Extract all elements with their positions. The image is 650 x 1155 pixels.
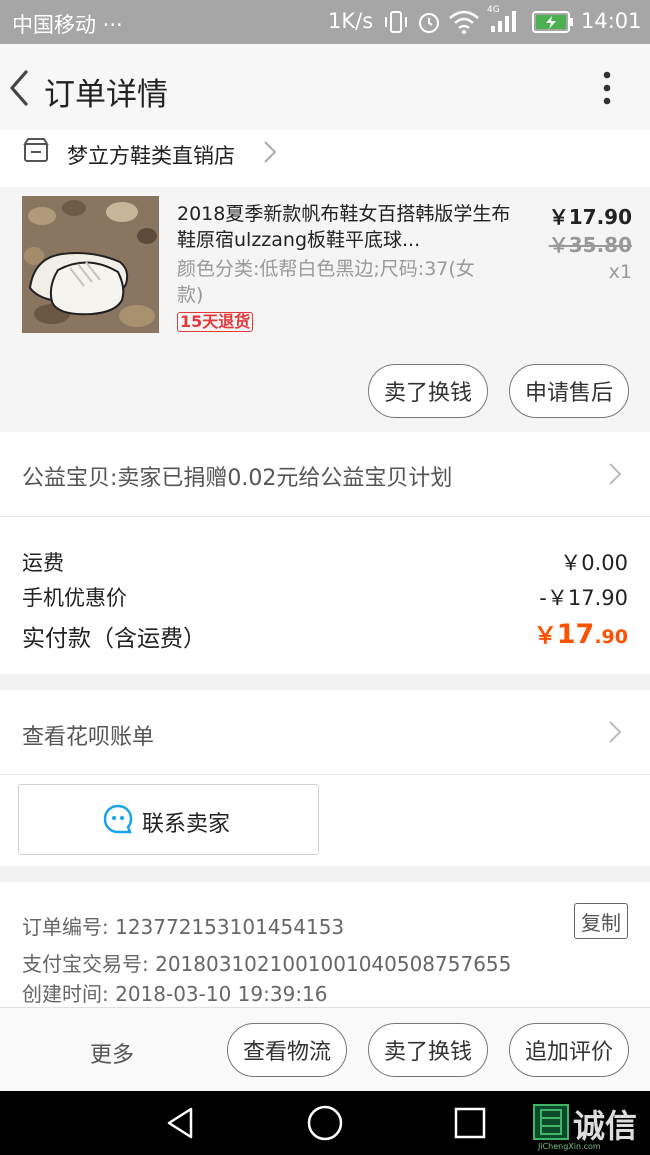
shop-row[interactable]: 梦立方鞋类直销店 [0, 130, 650, 187]
chat-bubble-icon [103, 804, 133, 834]
paid-integer: 17 [556, 619, 595, 650]
huabei-row[interactable]: 查看花呗账单 [0, 690, 650, 775]
contact-seller-label: 联系卖家 [142, 812, 231, 837]
chevron-right-icon [264, 141, 277, 163]
order-number: 订单编号: 123772153101454153 [22, 915, 345, 939]
watermark-text: 诚信 [573, 1107, 638, 1145]
sell-for-cash-button[interactable]: 卖了换钱 [368, 1023, 488, 1077]
shop-icon [23, 138, 49, 162]
sell-for-cash-button[interactable]: 卖了换钱 [368, 364, 488, 418]
more-menu-icon[interactable] [597, 70, 617, 106]
discount-label: 手机优惠价 [22, 586, 127, 610]
product-price: ￥17.90 [548, 205, 632, 229]
page-title: 订单详情 [44, 77, 168, 113]
paid-amount: ￥17.90 [534, 616, 628, 650]
charity-row[interactable]: 公益宝贝:卖家已捐赠0.02元给公益宝贝计划 [0, 432, 650, 517]
discount-value: -￥17.90 [539, 586, 628, 610]
product-thumbnail[interactable] [22, 196, 159, 333]
view-logistics-button[interactable]: 查看物流 [227, 1023, 347, 1077]
watermark-logo-icon [533, 1104, 569, 1140]
charity-text: 公益宝贝:卖家已捐赠0.02元给公益宝贝计划 [22, 466, 453, 491]
wifi-icon [449, 10, 479, 34]
battery-icon [532, 11, 573, 33]
status-bar: 中国移动 ··· 1K/s 4G 14:01 [0, 0, 650, 44]
clock: 14:01 [581, 9, 642, 33]
alarm-icon [419, 13, 439, 33]
header-bar: 订单详情 [0, 44, 650, 130]
shipping-value: ￥0.00 [560, 551, 628, 575]
back-arrow-icon[interactable] [6, 68, 34, 108]
shipping-label: 运费 [22, 551, 64, 575]
net-speed: 1K/s [328, 9, 374, 33]
watermark-subtext: JiChengXin.com [538, 1142, 601, 1151]
bottom-action-bar: 更多 查看物流 卖了换钱 追加评价 [0, 1007, 650, 1092]
paid-decimal: .90 [594, 626, 628, 648]
more-button[interactable]: 更多 [90, 1037, 134, 1069]
order-info: 订单编号: 123772153101454153 复制 支付宝交易号: 2018… [0, 882, 650, 1008]
add-review-button[interactable]: 追加评价 [509, 1023, 629, 1077]
shop-name: 梦立方鞋类直销店 [67, 144, 235, 168]
back-triangle-icon[interactable] [163, 1105, 197, 1141]
return-policy-badge: 15天退货 [177, 312, 254, 332]
product-quantity: x1 [608, 261, 632, 283]
vibrate-icon [385, 11, 407, 33]
home-circle-icon[interactable] [306, 1104, 344, 1142]
recents-square-icon[interactable] [453, 1106, 487, 1140]
apply-after-sale-button[interactable]: 申请售后 [509, 364, 629, 418]
alipay-trade-number: 支付宝交易号: 2018031021001001040508757655 [22, 952, 512, 976]
huabei-text: 查看花呗账单 [22, 725, 155, 750]
created-time: 创建时间: 2018-03-10 19:39:16 [22, 982, 328, 1006]
fee-summary: 运费 ￥0.00 手机优惠价 -￥17.90 实付款（含运费） ￥17.90 [0, 517, 650, 674]
contact-section: 联系卖家 [0, 775, 650, 866]
system-nav-bar: 诚信 JiChengXin.com [0, 1091, 650, 1155]
paid-currency: ￥ [533, 623, 557, 649]
carrier-label: 中国移动 ··· [12, 13, 123, 37]
product-title[interactable]: 2018夏季新款帆布鞋女百搭韩版学生布鞋原宿ulzzang板鞋平底球... [177, 201, 512, 253]
chevron-right-icon [609, 721, 622, 743]
product-card[interactable]: 2018夏季新款帆布鞋女百搭韩版学生布鞋原宿ulzzang板鞋平底球... 颜色… [0, 187, 650, 432]
paid-label: 实付款（含运费） [22, 626, 206, 652]
copy-button[interactable]: 复制 [574, 903, 628, 939]
signal-icon [491, 11, 516, 32]
contact-seller-button[interactable]: 联系卖家 [18, 784, 319, 855]
chevron-right-icon [609, 463, 622, 485]
original-price: ￥35.80 [548, 233, 632, 257]
product-sku: 颜色分类:低帮白色黑边;尺码:37(女款) [177, 258, 475, 306]
